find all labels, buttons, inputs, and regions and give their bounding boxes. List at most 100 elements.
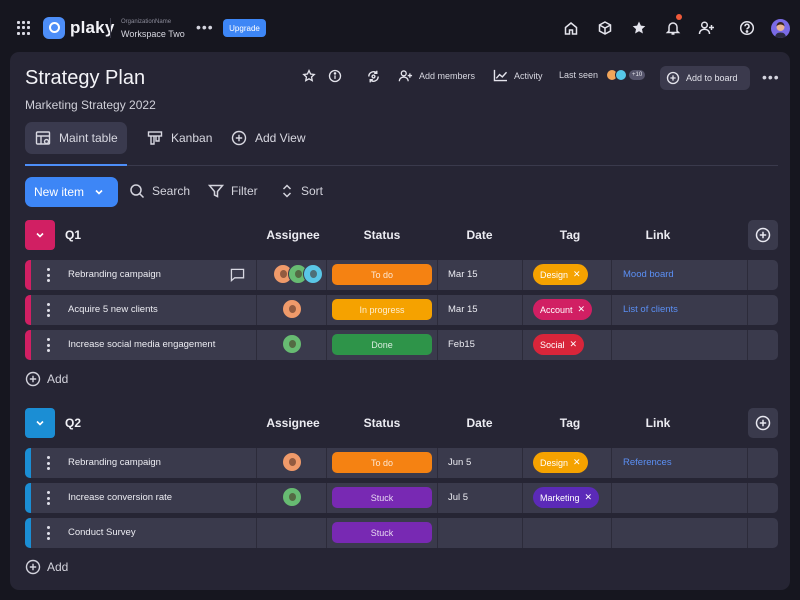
tab-kanban[interactable]: Kanban [147, 122, 212, 154]
activity-button[interactable]: Activity [493, 69, 543, 82]
filter-button[interactable]: Filter [208, 183, 258, 199]
table-row[interactable]: Conduct Survey Stuck [25, 518, 778, 548]
column-header-date[interactable]: Date [437, 228, 522, 242]
row-menu-icon[interactable] [47, 268, 50, 282]
row-menu-icon[interactable] [47, 456, 50, 470]
assignee-avatars[interactable] [273, 264, 323, 284]
table-row[interactable]: Increase social media engagement Done Fe… [25, 330, 778, 360]
item-name[interactable]: Increase conversion rate [68, 492, 172, 503]
row-menu-icon[interactable] [47, 526, 50, 540]
assignee-avatars[interactable] [282, 487, 302, 507]
apps-grid-icon[interactable] [17, 21, 31, 35]
collapse-group-button[interactable] [25, 408, 55, 438]
collapse-group-button[interactable] [25, 220, 55, 250]
column-header-link[interactable]: Link [613, 416, 703, 430]
board-more-icon[interactable]: ••• [762, 70, 780, 84]
comment-icon[interactable] [230, 268, 245, 287]
column-header-assignee[interactable]: Assignee [258, 228, 328, 242]
add-column-button[interactable] [748, 220, 778, 250]
table-row[interactable]: Rebranding campaign To do Jun 5 Design ✕ … [25, 448, 778, 478]
add-item-button[interactable]: Add [25, 559, 68, 575]
help-icon[interactable] [738, 19, 756, 37]
item-name[interactable]: Conduct Survey [68, 527, 136, 538]
tab-main-table[interactable]: Maint table [25, 122, 127, 154]
item-name[interactable]: Increase social media engagement [68, 339, 215, 350]
cell-divider [522, 260, 523, 290]
status-badge[interactable]: Done [332, 334, 432, 355]
column-header-assignee[interactable]: Assignee [258, 416, 328, 430]
tab-add-view[interactable]: Add View [231, 122, 305, 154]
group-name[interactable]: Q1 [65, 228, 81, 242]
remove-tag-icon[interactable]: ✕ [573, 269, 581, 280]
assignee-avatars[interactable] [282, 334, 302, 354]
column-header-link[interactable]: Link [613, 228, 703, 242]
row-menu-icon[interactable] [47, 491, 50, 505]
date-cell[interactable]: Feb15 [448, 339, 475, 350]
link-cell[interactable]: References [623, 457, 672, 468]
status-badge[interactable]: Stuck [332, 487, 432, 508]
add-user-icon [398, 70, 413, 82]
column-header-tag[interactable]: Tag [525, 228, 615, 242]
date-cell[interactable]: Jun 5 [448, 457, 471, 468]
date-cell[interactable]: Mar 15 [448, 269, 478, 280]
row-menu-icon[interactable] [47, 303, 50, 317]
star-icon[interactable] [630, 19, 648, 37]
table-row[interactable]: Increase conversion rate Stuck Jul 5 Mar… [25, 483, 778, 513]
tag-label: Design [540, 269, 569, 280]
board-subtitle[interactable]: Marketing Strategy 2022 [25, 98, 156, 112]
add-to-board-button[interactable]: Add to board [660, 66, 750, 90]
date-cell[interactable]: Mar 15 [448, 304, 478, 315]
remove-tag-icon[interactable]: ✕ [578, 304, 586, 315]
favorite-star-icon[interactable] [302, 69, 322, 83]
status-badge[interactable]: To do [332, 264, 432, 285]
new-item-button[interactable]: New item [25, 177, 118, 207]
tag-chip[interactable]: Design ✕ [533, 452, 588, 473]
column-header-status[interactable]: Status [332, 228, 432, 242]
remove-tag-icon[interactable]: ✕ [570, 339, 578, 350]
bell-icon[interactable] [664, 14, 682, 37]
assignee-avatars[interactable] [282, 452, 302, 472]
app-logo[interactable]: plaky [43, 17, 114, 39]
user-avatar[interactable] [771, 19, 790, 38]
link-cell[interactable]: Mood board [623, 269, 674, 280]
column-header-tag[interactable]: Tag [525, 416, 615, 430]
board-title[interactable]: Strategy Plan [25, 67, 145, 90]
status-badge[interactable]: Stuck [332, 522, 432, 543]
add-column-button[interactable] [748, 408, 778, 438]
home-icon[interactable] [562, 19, 580, 37]
add-members-button[interactable]: Add members [398, 69, 475, 83]
last-seen[interactable]: Last seen +10 [559, 69, 646, 81]
table-row[interactable]: Rebranding campaign To do Mar 15 Design ✕… [25, 260, 778, 290]
remove-tag-icon[interactable]: ✕ [573, 457, 581, 468]
add-item-button[interactable]: Add [25, 371, 68, 387]
group-name[interactable]: Q2 [65, 416, 81, 430]
remove-tag-icon[interactable]: ✕ [585, 492, 593, 503]
workspace-switcher[interactable]: OrganizationName Workspace Two [121, 18, 185, 40]
info-icon[interactable] [328, 69, 348, 83]
status-badge[interactable]: To do [332, 452, 432, 473]
column-header-status[interactable]: Status [332, 416, 432, 430]
column-header-date[interactable]: Date [437, 416, 522, 430]
item-name[interactable]: Acquire 5 new clients [68, 304, 158, 315]
add-user-icon[interactable] [697, 19, 715, 37]
tag-chip[interactable]: Marketing ✕ [533, 487, 600, 508]
tag-chip[interactable]: Account ✕ [533, 299, 593, 320]
sort-button[interactable]: Sort [280, 183, 323, 199]
row-menu-icon[interactable] [47, 338, 50, 352]
upgrade-button[interactable]: Upgrade [223, 19, 266, 37]
item-name[interactable]: Rebranding campaign [68, 269, 161, 280]
sync-icon[interactable] [366, 69, 387, 84]
tag-chip[interactable]: Social ✕ [533, 334, 585, 355]
assignee-avatars[interactable] [282, 299, 302, 319]
item-name[interactable]: Rebranding campaign [68, 457, 161, 468]
cube-icon[interactable] [596, 19, 614, 37]
group-color-bar [25, 483, 31, 513]
organization-name: OrganizationName [121, 19, 172, 25]
status-badge[interactable]: In progress [332, 299, 432, 320]
table-row[interactable]: Acquire 5 new clients In progress Mar 15… [25, 295, 778, 325]
workspace-more-icon[interactable]: ••• [196, 20, 214, 34]
tag-chip[interactable]: Design ✕ [533, 264, 588, 285]
search-button[interactable]: Search [129, 183, 190, 199]
date-cell[interactable]: Jul 5 [448, 492, 468, 503]
link-cell[interactable]: List of clients [623, 304, 678, 315]
